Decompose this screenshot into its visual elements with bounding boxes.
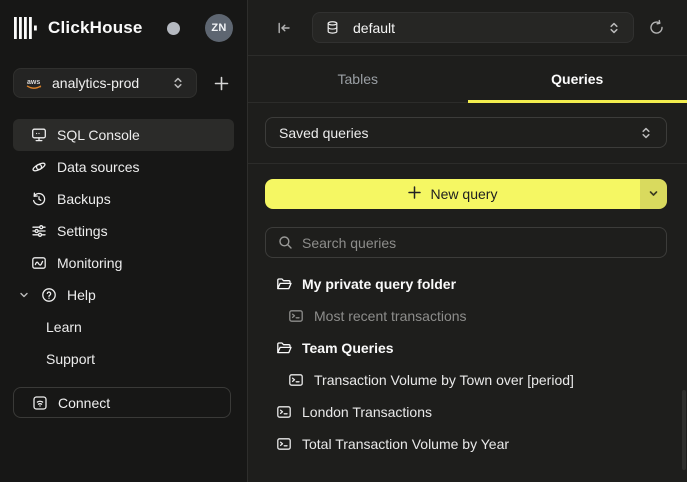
- database-selector-value: default: [353, 20, 594, 36]
- settings-icon: [31, 223, 47, 239]
- status-dot: [167, 22, 180, 35]
- sidebar-nav: SQL Console Data sources: [0, 119, 247, 375]
- new-query-button[interactable]: New query: [265, 179, 640, 209]
- query-item-label: Total Transaction Volume by Year: [302, 436, 509, 452]
- sidebar-item-label: Learn: [46, 319, 82, 335]
- updown-chevron-icon: [170, 75, 186, 91]
- right-panel: default Tables Queries: [247, 0, 687, 482]
- tab-label: Queries: [551, 71, 603, 87]
- sidebar-item-label: Backups: [57, 191, 111, 207]
- data-sources-icon: [31, 159, 47, 175]
- sidebar-item-settings[interactable]: Settings: [13, 215, 234, 247]
- sidebar-item-learn[interactable]: Learn: [13, 311, 234, 343]
- terminal-icon: [276, 436, 292, 452]
- folder-open-icon: [276, 340, 292, 356]
- chevron-down-icon: [648, 187, 659, 202]
- monitoring-icon: [31, 255, 47, 271]
- avatar[interactable]: ZN: [205, 14, 233, 42]
- tab-bar: Tables Queries: [248, 56, 687, 103]
- aws-logo-icon: aws: [25, 77, 43, 90]
- service-row: aws analytics-prod: [13, 68, 233, 98]
- updown-chevron-icon: [638, 125, 654, 141]
- sidebar-item-monitoring[interactable]: Monitoring: [13, 247, 234, 279]
- query-item-label: London Transactions: [302, 404, 432, 420]
- sidebar-item-data-sources[interactable]: Data sources: [13, 151, 234, 183]
- query-item-label: Most recent transactions: [314, 308, 467, 324]
- database-icon: [325, 20, 341, 36]
- query-folder[interactable]: Team Queries: [248, 332, 687, 364]
- tab-queries[interactable]: Queries: [468, 56, 687, 102]
- add-service-button[interactable]: [209, 71, 233, 95]
- sidebar-item-sql-console[interactable]: SQL Console: [13, 119, 234, 151]
- query-folder-label: Team Queries: [302, 340, 394, 356]
- connect-button[interactable]: Connect: [13, 387, 231, 418]
- help-icon: [41, 287, 57, 303]
- query-item[interactable]: London Transactions: [248, 396, 687, 428]
- sidebar-item-backups[interactable]: Backups: [13, 183, 234, 215]
- query-item[interactable]: Most recent transactions: [248, 300, 687, 332]
- query-item[interactable]: Transaction Volume by Town over [period]: [248, 364, 687, 396]
- sidebar-item-label: Monitoring: [57, 255, 122, 271]
- sidebar-item-support[interactable]: Support: [13, 343, 234, 375]
- terminal-icon: [288, 308, 304, 324]
- app-window: ClickHouse ZN aws analytics-prod: [0, 0, 687, 482]
- sidebar: ClickHouse ZN aws analytics-prod: [0, 0, 247, 482]
- query-folder-label: My private query folder: [302, 276, 456, 292]
- search-queries-input[interactable]: [302, 235, 654, 251]
- query-item-label: Transaction Volume by Town over [period]: [314, 372, 574, 388]
- panel-header: default: [248, 0, 687, 56]
- sidebar-item-label: SQL Console: [57, 127, 140, 143]
- refresh-icon[interactable]: [646, 17, 667, 38]
- brand-row: ClickHouse ZN: [0, 0, 247, 56]
- updown-chevron-icon: [606, 20, 622, 36]
- connect-button-label: Connect: [58, 395, 110, 411]
- connect-icon: [32, 395, 48, 411]
- tab-tables[interactable]: Tables: [248, 56, 468, 102]
- service-selector-value: analytics-prod: [52, 75, 161, 91]
- sidebar-item-label: Support: [46, 351, 95, 367]
- query-tree: My private query folder Most recent tran…: [248, 268, 687, 460]
- saved-queries-selector[interactable]: Saved queries: [265, 117, 667, 148]
- new-query-dropdown-button[interactable]: [640, 179, 667, 209]
- sidebar-item-label: Help: [67, 287, 96, 303]
- query-item[interactable]: Total Transaction Volume by Year: [248, 428, 687, 460]
- saved-queries-selector-value: Saved queries: [279, 125, 638, 141]
- clickhouse-logo-icon: [14, 17, 39, 39]
- plus-icon: [408, 186, 421, 202]
- new-query-split-button: New query: [265, 179, 667, 209]
- sql-console-icon: [31, 127, 47, 143]
- service-selector[interactable]: aws analytics-prod: [13, 68, 197, 98]
- collapse-left-icon[interactable]: [274, 18, 294, 38]
- scrollbar-thumb[interactable]: [682, 390, 686, 470]
- database-selector[interactable]: default: [312, 12, 634, 43]
- new-query-button-label: New query: [431, 186, 498, 202]
- chevron-down-icon: [17, 290, 31, 300]
- divider: [248, 163, 687, 164]
- terminal-icon: [276, 404, 292, 420]
- brand-title: ClickHouse: [48, 18, 143, 38]
- sidebar-item-label: Settings: [57, 223, 108, 239]
- backups-icon: [31, 191, 47, 207]
- query-folder[interactable]: My private query folder: [248, 268, 687, 300]
- sidebar-item-help[interactable]: Help: [13, 279, 234, 311]
- folder-open-icon: [276, 276, 292, 292]
- search-queries-box: [265, 227, 667, 258]
- search-icon: [278, 235, 293, 250]
- sidebar-item-label: Data sources: [57, 159, 139, 175]
- terminal-icon: [288, 372, 304, 388]
- svg-text:aws: aws: [27, 79, 40, 86]
- tab-label: Tables: [338, 71, 378, 87]
